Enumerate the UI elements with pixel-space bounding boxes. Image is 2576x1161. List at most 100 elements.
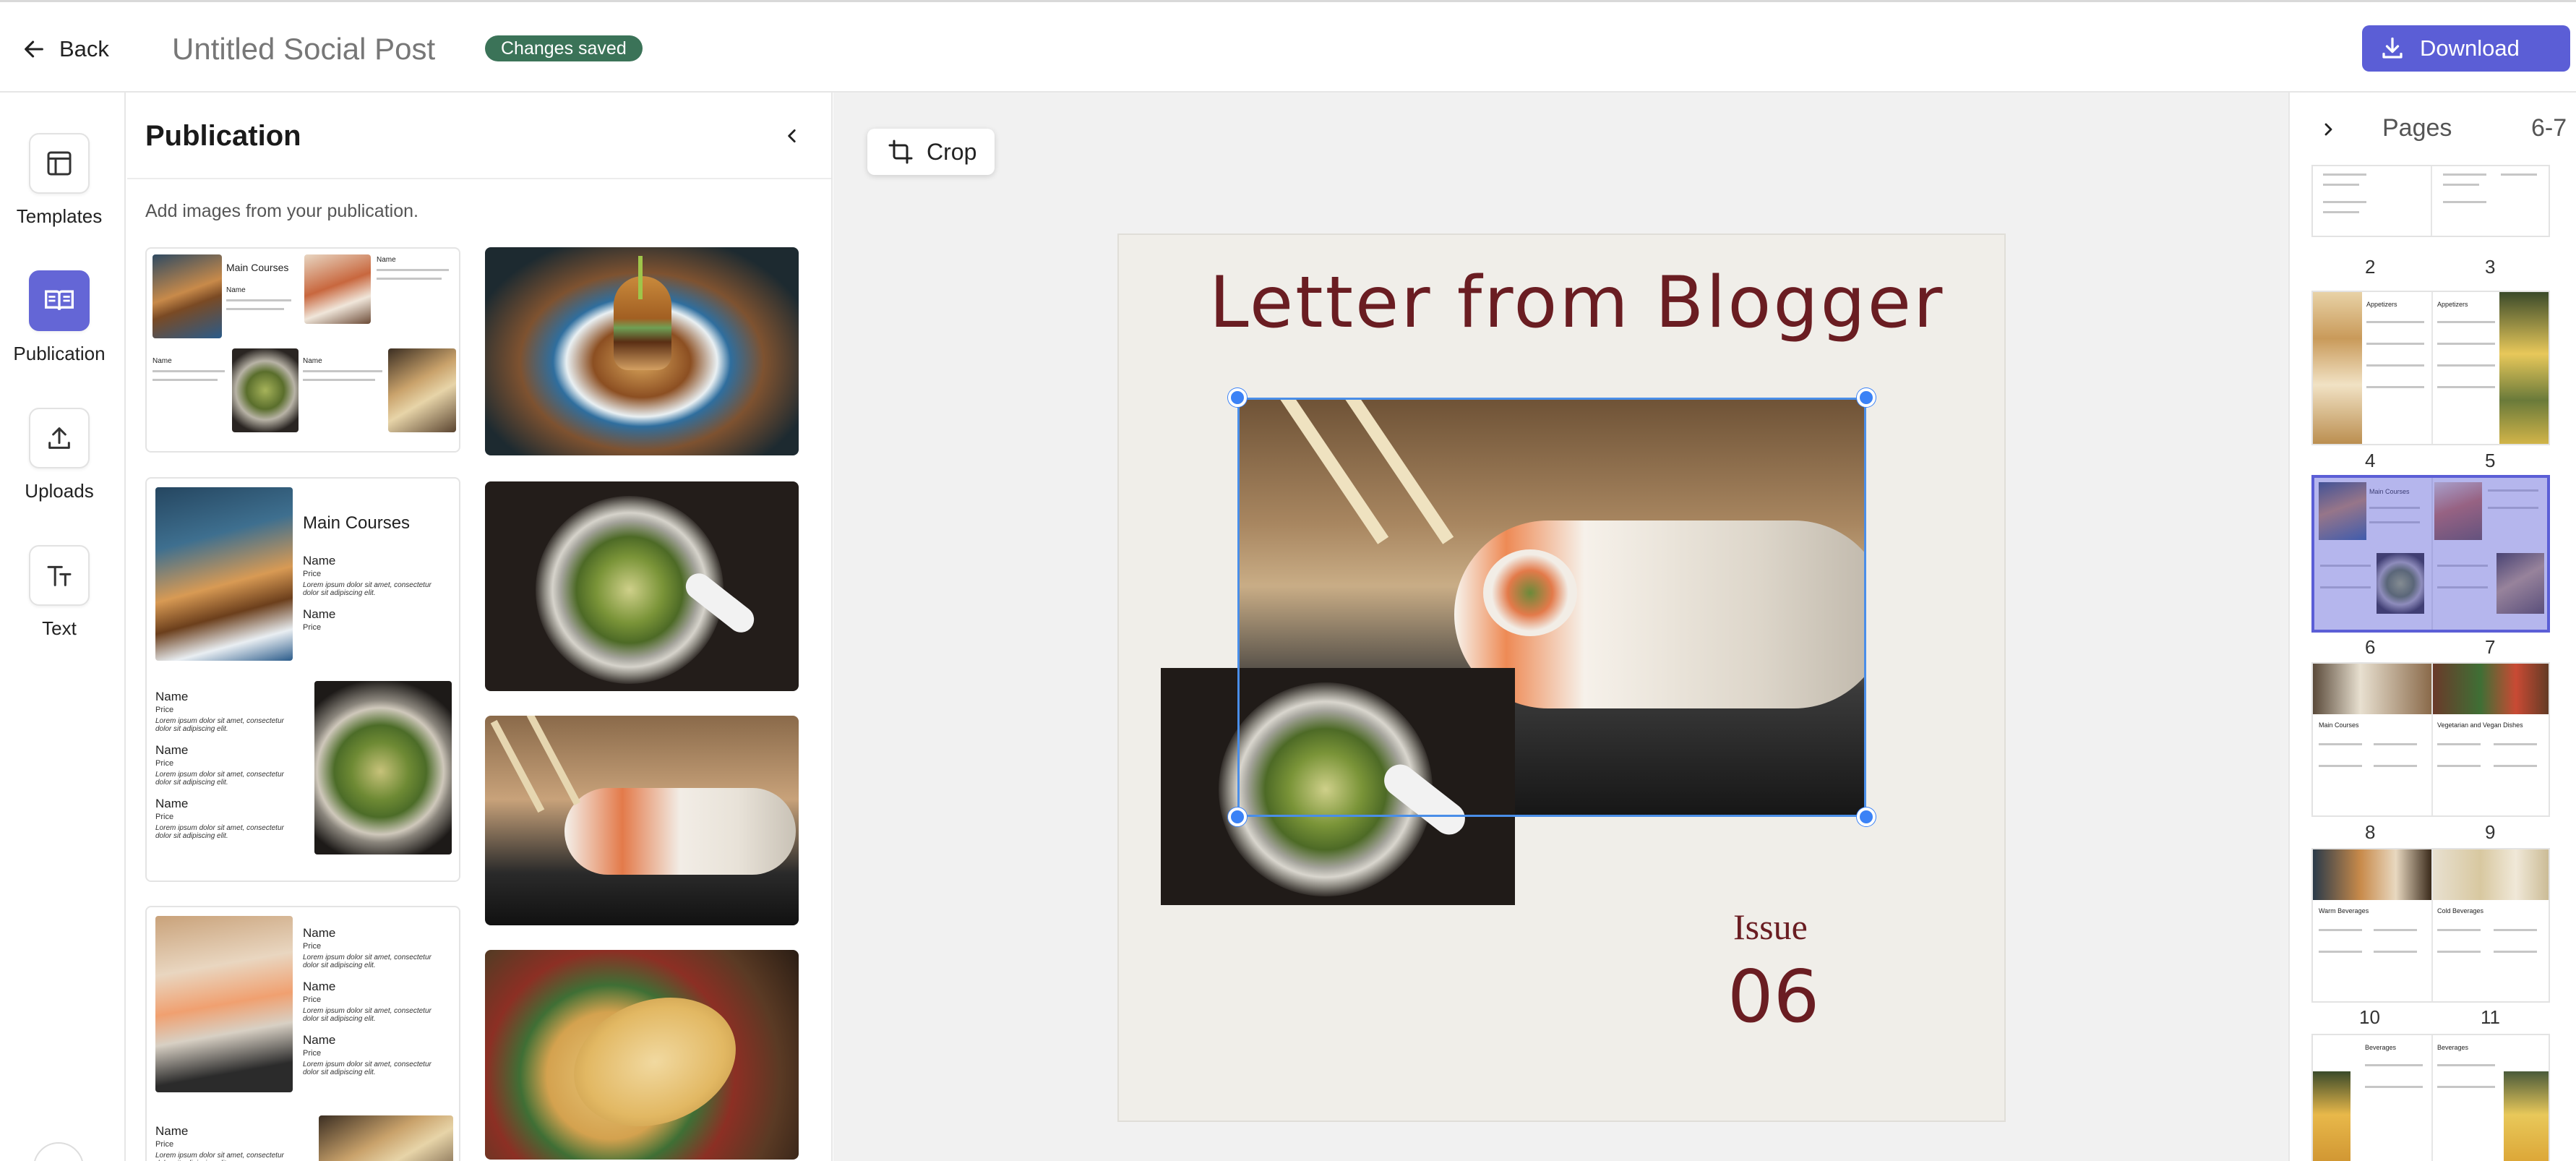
page-number: 2 [2365,256,2376,278]
photo-burger[interactable] [485,247,799,455]
chevron-right-icon [2324,123,2332,136]
card-price: Price [155,759,174,768]
expand-pages-button[interactable] [2316,117,2340,142]
pages-panel: Pages 6-7 2 3 Appetizers Appetizers 4 5 [2288,93,2576,1161]
download-button[interactable]: Download [2362,25,2570,72]
photo-flatbread[interactable] [485,950,799,1160]
rail-label-uploads: Uploads [25,480,94,502]
card-item-name: Name [155,743,189,757]
card-item-name: Name [303,926,336,940]
download-label: Download [2420,35,2520,61]
pages-title: Pages [2382,114,2452,142]
page-number: 4 [2365,450,2376,471]
card-item-name: Name [303,980,336,993]
card-price: Price [303,995,322,1004]
top-bar: Back Untitled Social Post Changes saved … [0,0,2576,93]
page-thumb-heading: Beverages [2437,1044,2469,1051]
card-item-name: Name [377,256,396,264]
more-button[interactable]: … [33,1142,84,1161]
card-item-name: Name [303,357,322,365]
page-heading[interactable]: Letter from Blogger [1209,262,1944,344]
page-thumb-heading: Appetizers [2437,301,2468,308]
document-title[interactable]: Untitled Social Post [172,31,435,67]
page-spread-6-7[interactable]: Main Courses [2311,475,2550,633]
salad-image[interactable] [1161,668,1515,905]
card-lorem: Lorem ipsum dolor sit amet, consectetur … [155,771,284,787]
resize-handle-top-left[interactable] [1228,388,1247,407]
back-button[interactable]: Back [22,31,109,67]
rail-item-text[interactable]: Text [0,545,119,640]
card-price: Price [303,570,322,578]
card-item-name: Name [155,797,189,810]
page-spread-8-9[interactable]: Main Courses Vegetarian and Vegan Dishes [2311,662,2550,817]
issue-number[interactable]: 06 [1727,954,1819,1039]
page-spread-12-13[interactable]: Beverages Beverages [2311,1034,2550,1161]
template-card[interactable]: Main Courses Name Name Name Name [145,247,460,453]
resize-handle-bottom-right[interactable] [1857,807,1876,826]
card-heading: Main Courses [303,513,411,533]
photo-sushi[interactable] [485,716,799,925]
download-icon [2382,37,2403,59]
collapse-panel-button[interactable] [778,121,807,150]
page-number: 8 [2365,821,2376,843]
resize-handle-top-right[interactable] [1857,388,1876,407]
page-thumb-heading: Main Courses [2319,721,2359,729]
rail-label-templates: Templates [16,205,103,227]
rail-item-uploads[interactable]: Uploads [0,408,119,502]
rail-label-publication: Publication [13,343,106,364]
card-lorem: Lorem ipsum dolor sit amet, consectetur … [155,824,284,840]
card-lorem: Lorem ipsum dolor sit amet, consectetur … [303,1007,432,1023]
panel-hint: Add images from your publication. [145,201,418,221]
page-thumb-heading: Cold Beverages [2437,907,2484,914]
card-item-name: Name [153,357,172,365]
card-price: Price [155,813,174,821]
page-spread-2-3[interactable] [2311,165,2550,237]
card-item-name: Name [303,554,336,567]
rail-label-text: Text [42,617,77,639]
templates-icon [29,133,90,194]
pages-header: Pages 6-7 [2290,93,2576,165]
crop-button[interactable]: Crop [867,129,995,175]
photo-salad-bowl[interactable] [485,481,799,691]
page-number: 5 [2485,450,2496,471]
upload-icon [29,408,90,468]
page-thumb-heading: Vegetarian and Vegan Dishes [2437,721,2523,729]
page-number: 7 [2485,636,2496,658]
issue-label[interactable]: Issue [1733,906,1808,948]
rail-item-templates[interactable]: Templates [0,133,119,228]
panel-header: Publication [127,93,831,179]
pages-range: 6-7 [2531,114,2567,142]
crop-icon [888,140,913,164]
page-spread-4-5[interactable]: Appetizers Appetizers [2311,291,2550,445]
publication-panel: Publication Add images from your publica… [127,93,833,1161]
card-lorem: Lorem ipsum dolor sit amet, consectetur … [155,1152,284,1161]
status-badge: Changes saved [485,35,643,61]
card-price: Price [155,1140,174,1149]
tool-rail: Templates Publication Uploads Text … [0,93,126,1161]
active-spread-overlay [2314,478,2547,630]
arrow-left-icon [25,40,43,58]
page-number: 3 [2485,256,2496,278]
card-price: Price [303,623,322,632]
page-number: 11 [2481,1006,2500,1028]
card-item-name: Name [303,1033,336,1047]
page-number: 9 [2485,821,2496,843]
crop-label: Crop [927,138,977,165]
card-item-name: Name [226,286,246,294]
page-number: 10 [2359,1006,2380,1028]
card-price: Price [155,706,174,714]
publication-icon [29,270,90,331]
page-thumb-heading: Appetizers [2366,301,2397,308]
card-item-name: Name [155,1124,189,1138]
card-price: Price [303,1049,322,1058]
panel-title: Publication [145,120,301,152]
template-card[interactable]: Main Courses Name Price Lorem ipsum dolo… [145,477,460,882]
resize-handle-bottom-left[interactable] [1228,807,1247,826]
template-card[interactable]: Name Price Lorem ipsum dolor sit amet, c… [145,906,460,1161]
card-item-name: Name [303,607,336,621]
card-lorem: Lorem ipsum dolor sit amet, consectetur … [155,717,284,733]
card-price: Price [303,942,322,951]
card-heading: Main Courses [226,262,289,273]
page-spread-10-11[interactable]: Warm Beverages Cold Beverages [2311,848,2550,1003]
rail-item-publication[interactable]: Publication [0,270,119,365]
